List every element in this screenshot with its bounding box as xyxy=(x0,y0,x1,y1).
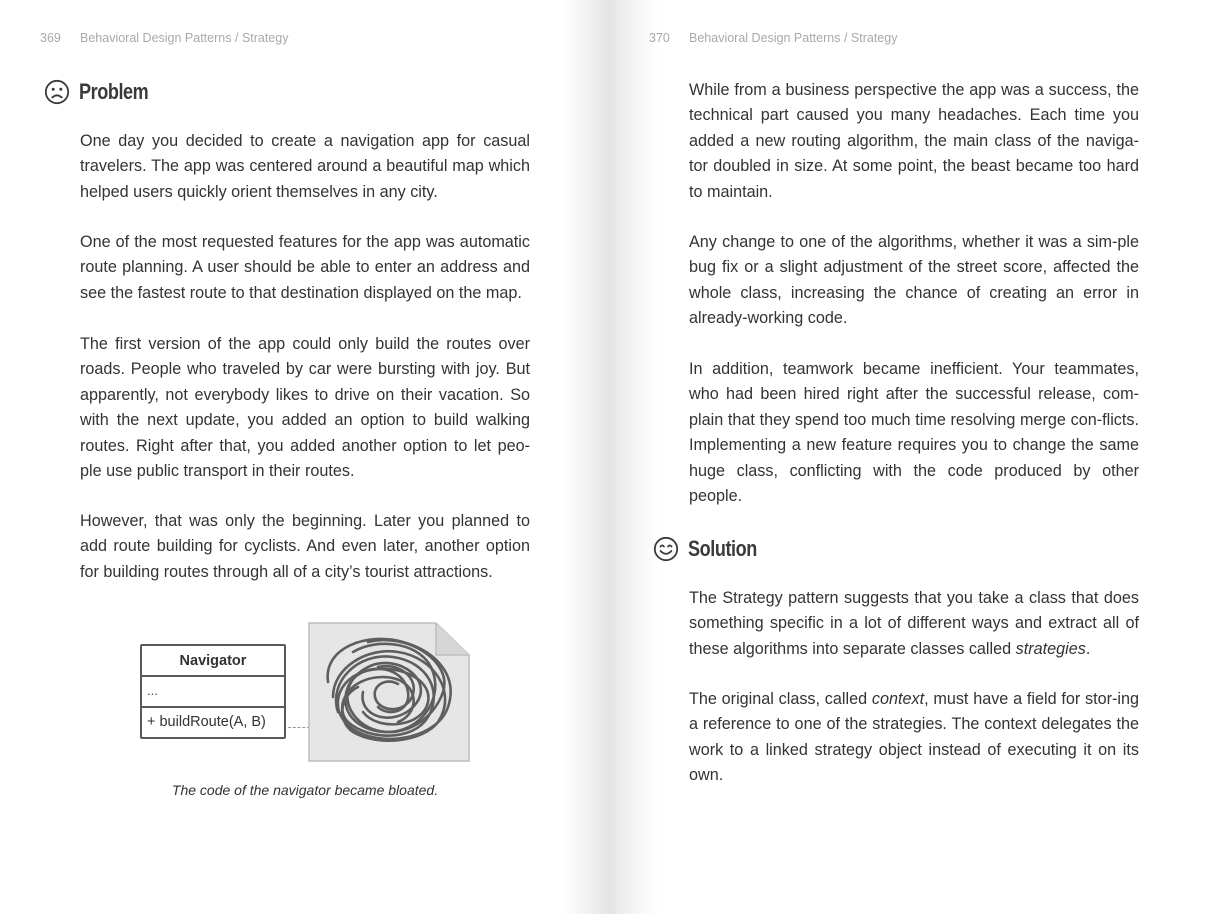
paragraph: The first version of the app could only … xyxy=(80,335,530,481)
running-head-title: Behavioral Design Patterns / Strategy xyxy=(689,31,898,45)
left-page: 369 Behavioral Design Patterns / Strateg… xyxy=(0,0,580,914)
page-number: 370 xyxy=(649,31,670,45)
paragraph: In addition, teamwork became inefficient… xyxy=(689,360,1139,506)
emphasis-term: strategies xyxy=(1015,639,1086,658)
paragraph: The Strategy pattern suggests that you t… xyxy=(689,586,1139,662)
paragraph: The original class, called context, must… xyxy=(689,687,1139,789)
emphasis-term: context xyxy=(871,690,925,708)
figure-caption: The code of the navigator became bloated… xyxy=(171,782,439,798)
uml-class-box: Navigator ... + buildRoute(A, B) xyxy=(140,644,286,739)
right-page: 370 Behavioral Design Patterns / Strateg… xyxy=(609,0,1218,914)
uml-class-name: Navigator xyxy=(142,646,284,677)
paragraph-text: The original class, called xyxy=(689,690,872,708)
sad-face-icon xyxy=(44,79,70,105)
paragraph: One of the most requested features for t… xyxy=(80,233,530,302)
running-head: 369 Behavioral Design Patterns / Strateg… xyxy=(40,31,288,45)
page-number: 369 xyxy=(40,31,61,45)
navigator-diagram: Navigator ... + buildRoute(A, B) xyxy=(138,622,478,767)
running-head: 370 Behavioral Design Patterns / Strateg… xyxy=(649,31,897,45)
paragraph: However, that was only the beginning. La… xyxy=(80,512,530,581)
running-head-title: Behavioral Design Patterns / Strategy xyxy=(80,31,289,45)
paragraph: One day you decided to create a navigati… xyxy=(80,132,530,201)
section-heading-solution: Solution xyxy=(653,536,772,562)
tangled-code-document-icon xyxy=(308,622,470,762)
paragraph-text: . xyxy=(1085,639,1091,658)
uml-class-fields: ... xyxy=(142,677,284,708)
section-heading-problem: Problem xyxy=(44,79,164,105)
paragraph: Any change to one of the algorithms, whe… xyxy=(689,233,1139,328)
section-title: Solution xyxy=(688,536,757,561)
section-title: Problem xyxy=(79,79,149,104)
dashed-connector xyxy=(288,727,310,728)
paragraph: While from a business perspective the ap… xyxy=(689,81,1139,201)
smile-face-icon xyxy=(653,536,679,562)
uml-class-method: + buildRoute(A, B) xyxy=(147,714,266,730)
book-spread: 369 Behavioral Design Patterns / Strateg… xyxy=(0,0,1218,914)
